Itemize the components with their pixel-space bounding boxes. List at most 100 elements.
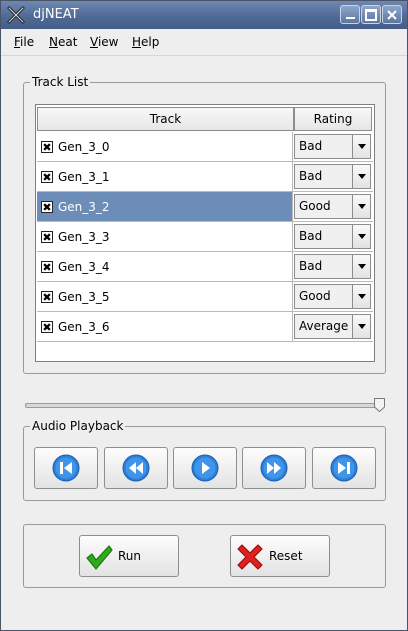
menu-file[interactable]: File xyxy=(14,35,34,49)
checkmark-x-icon: ✖ xyxy=(42,290,52,304)
rewind-button[interactable] xyxy=(104,447,168,489)
rating-dropdown[interactable]: Bad xyxy=(294,224,371,249)
reset-label: Reset xyxy=(269,549,303,563)
rating-dropdown[interactable]: Bad xyxy=(294,134,371,159)
track-name: Gen_3_3 xyxy=(58,230,110,244)
track-name: Gen_3_1 xyxy=(58,170,110,184)
app-window: djNEAT File Neat View Help Track List Tr… xyxy=(0,0,408,631)
track-list-legend: Track List xyxy=(32,75,89,89)
track-name: Gen_3_2 xyxy=(58,200,110,214)
table-row[interactable]: ✖ Gen_3_4 Bad xyxy=(37,252,373,282)
table-row[interactable]: ✖ Gen_3_2 Good xyxy=(37,192,373,222)
actions-group xyxy=(23,524,386,588)
dropdown-arrow-icon[interactable] xyxy=(352,135,370,158)
checkmark-x-icon: ✖ xyxy=(42,140,52,154)
rewind-icon xyxy=(122,454,150,482)
track-cell[interactable]: ✖ Gen_3_0 xyxy=(37,132,293,162)
track-name: Gen_3_4 xyxy=(58,260,110,274)
track-cell[interactable]: ✖ Gen_3_4 xyxy=(37,252,293,282)
play-button[interactable] xyxy=(173,447,237,489)
track-name: Gen_3_0 xyxy=(58,140,110,154)
audio-playback-legend: Audio Playback xyxy=(32,419,124,433)
checkmark-x-icon: ✖ xyxy=(42,200,52,214)
rating-column-header[interactable]: Rating xyxy=(294,107,372,131)
dropdown-arrow-icon[interactable] xyxy=(352,255,370,278)
maximize-icon xyxy=(365,8,377,21)
rating-value: Good xyxy=(299,199,331,213)
checkmark-x-icon: ✖ xyxy=(42,320,52,334)
reset-button[interactable]: Reset xyxy=(230,535,330,577)
rating-value: Bad xyxy=(299,229,323,243)
minimize-icon xyxy=(345,16,355,19)
track-checkbox[interactable]: ✖ xyxy=(41,231,53,243)
rating-dropdown[interactable]: Good xyxy=(294,284,371,309)
track-cell[interactable]: ✖ Gen_3_5 xyxy=(37,282,293,312)
close-icon xyxy=(387,9,397,20)
run-button[interactable]: Run xyxy=(79,535,179,577)
rating-value: Bad xyxy=(299,259,323,273)
rating-dropdown[interactable]: Bad xyxy=(294,254,371,279)
rating-value: Bad xyxy=(299,139,323,153)
volume-slider[interactable] xyxy=(25,403,385,408)
skip-to-start-button[interactable] xyxy=(34,447,98,489)
track-cell[interactable]: ✖ Gen_3_6 xyxy=(37,312,293,342)
checkmark-x-icon: ✖ xyxy=(42,230,52,244)
skip-to-end-button[interactable] xyxy=(312,447,376,489)
rating-value: Good xyxy=(299,289,331,303)
app-icon xyxy=(7,6,25,24)
dropdown-arrow-icon[interactable] xyxy=(352,315,370,338)
rating-cell: Good xyxy=(293,192,373,222)
track-cell[interactable]: ✖ Gen_3_1 xyxy=(37,162,293,192)
track-checkbox[interactable]: ✖ xyxy=(41,141,53,153)
menu-view[interactable]: View xyxy=(90,35,118,49)
rating-cell: Good xyxy=(293,282,373,312)
menu-bar: File Neat View Help xyxy=(1,29,407,56)
track-column-header[interactable]: Track xyxy=(37,107,294,131)
rating-dropdown[interactable]: Bad xyxy=(294,164,371,189)
menu-help[interactable]: Help xyxy=(132,35,159,49)
table-row[interactable]: ✖ Gen_3_3 Bad xyxy=(37,222,373,252)
track-cell[interactable]: ✖ Gen_3_3 xyxy=(37,222,293,252)
table-row[interactable]: ✖ Gen_3_5 Good xyxy=(37,282,373,312)
fast-forward-button[interactable] xyxy=(242,447,306,489)
rating-dropdown[interactable]: Average xyxy=(294,314,371,339)
red-x-icon xyxy=(237,544,263,570)
dropdown-arrow-icon[interactable] xyxy=(352,165,370,188)
track-table: Track Rating ✖ Gen_3_0 Bad ✖ Gen_3_1 Bad ✖ Gen_… xyxy=(35,104,375,362)
rating-cell: Bad xyxy=(293,162,373,192)
rating-cell: Average xyxy=(293,312,373,342)
track-checkbox[interactable]: ✖ xyxy=(41,201,53,213)
close-button[interactable] xyxy=(382,5,402,24)
dropdown-arrow-icon[interactable] xyxy=(352,195,370,218)
rating-cell: Bad xyxy=(293,252,373,282)
rating-cell: Bad xyxy=(293,132,373,162)
fast-forward-icon xyxy=(260,454,288,482)
minimize-button[interactable] xyxy=(340,5,360,24)
rating-value: Bad xyxy=(299,169,323,183)
track-checkbox[interactable]: ✖ xyxy=(41,291,53,303)
table-row[interactable]: ✖ Gen_3_6 Average xyxy=(37,312,373,342)
rating-cell: Bad xyxy=(293,222,373,252)
checkmark-x-icon: ✖ xyxy=(42,170,52,184)
rating-value: Average xyxy=(299,319,349,333)
track-checkbox[interactable]: ✖ xyxy=(41,261,53,273)
slider-thumb[interactable] xyxy=(374,398,385,412)
run-label: Run xyxy=(118,549,142,563)
table-row[interactable]: ✖ Gen_3_1 Bad xyxy=(37,162,373,192)
checkmark-x-icon: ✖ xyxy=(42,260,52,274)
menu-neat[interactable]: Neat xyxy=(49,35,77,49)
play-icon xyxy=(191,454,219,482)
dropdown-arrow-icon[interactable] xyxy=(352,285,370,308)
track-name: Gen_3_6 xyxy=(58,320,110,334)
dropdown-arrow-icon[interactable] xyxy=(352,225,370,248)
track-checkbox[interactable]: ✖ xyxy=(41,171,53,183)
table-row[interactable]: ✖ Gen_3_0 Bad xyxy=(37,132,373,162)
checkmark-icon xyxy=(86,545,113,570)
title-bar[interactable]: djNEAT xyxy=(1,1,407,29)
rating-dropdown[interactable]: Good xyxy=(294,194,371,219)
maximize-button[interactable] xyxy=(361,5,381,24)
track-cell[interactable]: ✖ Gen_3_2 xyxy=(37,192,293,222)
window-title: djNEAT xyxy=(33,7,79,22)
skip-to-end-icon xyxy=(330,454,358,482)
track-checkbox[interactable]: ✖ xyxy=(41,321,53,333)
